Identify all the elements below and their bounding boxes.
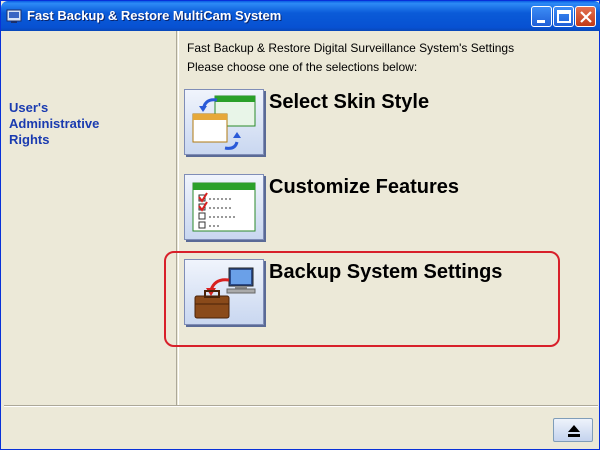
- select-skin-style-button[interactable]: [184, 89, 264, 155]
- eject-button[interactable]: [553, 418, 593, 442]
- customize-features-button[interactable]: [184, 174, 264, 240]
- select-skin-style-label[interactable]: Select Skin Style: [269, 91, 429, 114]
- minimize-button[interactable]: [531, 6, 552, 27]
- skin-style-icon: [192, 95, 256, 150]
- minimize-icon: [537, 20, 545, 23]
- pane-divider: [178, 31, 179, 405]
- customize-features-icon: [192, 182, 256, 232]
- eject-icon: [568, 425, 580, 437]
- title-bar[interactable]: Fast Backup & Restore MultiCam System: [1, 1, 600, 31]
- close-button[interactable]: [575, 6, 596, 27]
- customize-features-label[interactable]: Customize Features: [269, 176, 459, 199]
- bottom-divider-highlight: [4, 406, 598, 407]
- client-area: User's Administrative Rights Fast Backup…: [4, 31, 598, 448]
- close-icon: [580, 11, 592, 23]
- window-title: Fast Backup & Restore MultiCam System: [27, 8, 282, 23]
- user-rights-label: User's Administrative Rights: [9, 100, 100, 147]
- maximize-icon: [557, 10, 571, 23]
- maximize-button[interactable]: [553, 6, 574, 27]
- settings-heading: Fast Backup & Restore Digital Surveillan…: [187, 41, 515, 55]
- app-icon[interactable]: [6, 8, 22, 24]
- instruction-text: Please choose one of the selections belo…: [187, 60, 418, 74]
- app-window: Fast Backup & Restore MultiCam System Us…: [0, 0, 600, 450]
- left-pane: [4, 31, 177, 405]
- highlight-annotation: [164, 251, 560, 347]
